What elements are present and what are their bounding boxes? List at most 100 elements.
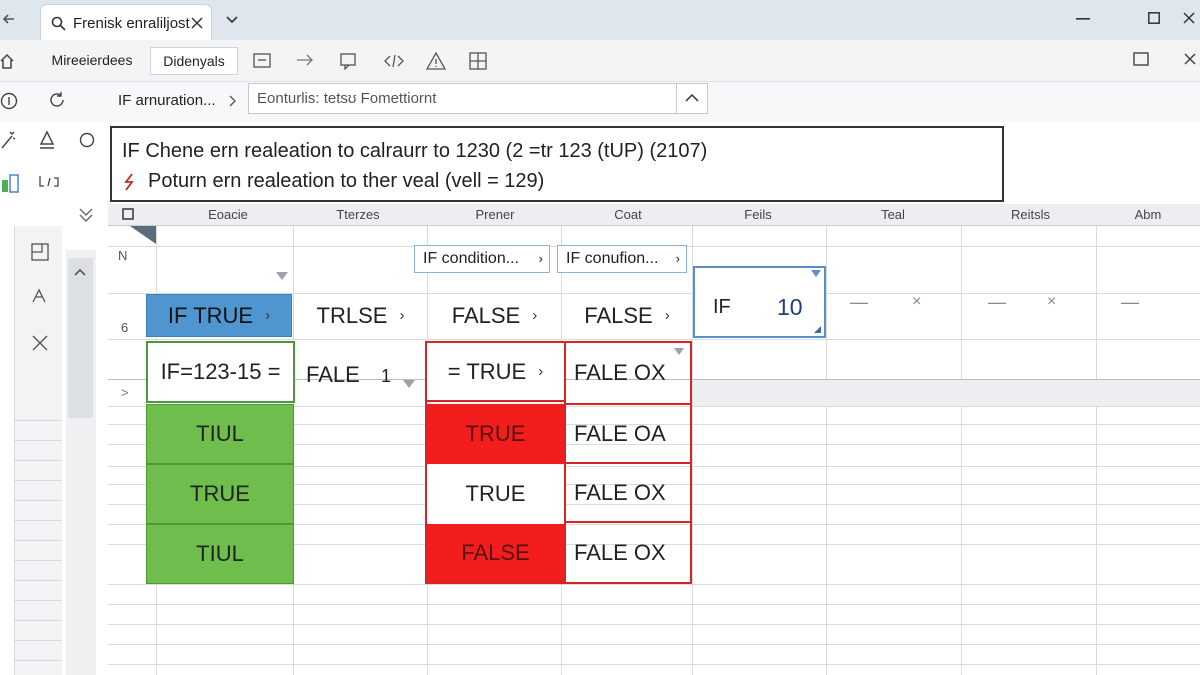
pen-icon[interactable] [30,286,50,306]
scroll-up-icon[interactable] [74,268,86,276]
description-line-2: Poturn ern realeation to ther veal (vell… [148,170,545,192]
chevron-right-icon: › [538,251,543,266]
cell-if-true[interactable]: IF TRUE › [146,294,292,337]
cell-fale-ox-1[interactable]: FALE OX [566,343,690,402]
rectangle-icon[interactable] [253,53,271,68]
cell-false-1[interactable]: FALSE › [428,294,561,337]
column-header-6[interactable]: Teal [828,207,958,222]
cell-dash-2: — [988,292,1006,312]
browser-tab[interactable]: Frenisk enraliljost [40,4,212,40]
cell-dash-3: — [1121,292,1139,312]
magic-icon[interactable] [0,130,16,150]
cell-if-true-text: IF TRUE [167,302,254,328]
cell-red-false[interactable]: FALSE [427,524,564,582]
cell-if-value-editor[interactable]: IF 10 [693,266,826,338]
cell-if-value: 10 [777,294,803,320]
window-close-icon[interactable] [1183,12,1195,24]
condition-dropdown-2[interactable]: IF conufion... › [557,245,687,273]
cell-dropdown-icon[interactable] [674,348,684,355]
back-icon[interactable] [2,12,16,26]
formula-input[interactable]: Eonturlis: tetsʊ Fomettiornt [248,83,708,114]
corner-marker-icon [130,226,156,244]
cell-eq-true[interactable]: = TRUE › [427,343,564,402]
cell-fale-oa[interactable]: FALE OA [566,405,690,464]
window-icon[interactable] [1133,52,1149,66]
resize-handle-icon[interactable] [814,326,821,333]
condition-dropdown-1[interactable]: IF condition... › [414,245,550,273]
cell-green-1[interactable]: TIUL [146,404,294,464]
search-icon [51,16,66,31]
cell-green-3[interactable]: TIUL [146,524,294,584]
cell-false-2[interactable]: FALSE › [562,294,692,337]
cell-red-true[interactable]: TRUE [427,404,564,464]
title-bar: Frenisk enraliljost [0,0,1200,40]
toolbar-tab-1[interactable]: Mireeierdees [34,47,150,75]
warning-icon[interactable] [426,52,446,70]
column-header: Eoacie Tterzes Prener Coat Feils Teal Re… [108,204,1200,226]
cell-trlse[interactable]: TRLSE › [294,294,427,337]
cell-false-2-text: FALSE [584,302,653,328]
chevron-right-icon: › [538,363,544,380]
tab-list-icon[interactable] [226,16,238,24]
code-icon[interactable] [384,53,404,69]
grid-icon[interactable] [469,52,487,70]
shaded-row [693,380,1200,406]
cell-fale-ox-3[interactable]: FALE OX [566,524,690,582]
name-box-chevron-icon[interactable] [229,95,237,107]
cell-x-1: × [912,293,922,310]
column-header-8[interactable]: Abm [1098,207,1198,222]
home-icon[interactable] [0,53,14,69]
name-box[interactable]: IF arnuration... [108,86,248,116]
row-label-6: 6 [121,320,129,335]
fale-dropdown-icon[interactable] [403,380,415,388]
sheet-icon[interactable] [30,242,50,262]
column-header-5[interactable]: Feils [693,207,823,222]
tab-title: Frenisk enraliljost [73,15,190,32]
description-line-1: IF Chene ern realeation to calraurr to 1… [122,140,708,162]
row-expand-arrow[interactable]: > [121,385,129,400]
column-header-4[interactable]: Coat [563,207,693,222]
cell-fale[interactable]: FALE [306,362,360,388]
column-header-3[interactable]: Prener [428,207,562,222]
chart-icon[interactable] [0,172,20,194]
maximize-icon[interactable] [1148,12,1160,24]
cell-fale-ox-1-text: FALE OX [574,359,666,385]
close-icon[interactable] [1184,53,1196,65]
collapse-icon[interactable] [79,208,93,222]
cell-if-label: IF [713,296,731,318]
condition-dropdown-1-label: IF condition... [423,250,520,267]
condition-dropdown-2-label: IF conufion... [566,250,659,267]
description-panel: IF Chene ern realeation to calraurr to 1… [110,126,1004,202]
delete-icon[interactable] [31,334,49,352]
chevron-right-icon: › [399,307,405,324]
scrollbar-thumb[interactable] [68,258,93,418]
cell-fale-ox-2[interactable]: FALE OX [566,465,690,523]
chevron-right-icon: › [265,307,271,324]
circle-icon[interactable] [79,132,95,148]
chevron-right-icon: › [664,307,670,324]
toolbar-tab-2[interactable]: Didenyals [150,47,238,75]
column-header-1[interactable]: Eoacie [148,207,308,222]
cell-formula-text: IF=123-15 = [160,359,281,384]
cell-x-2: × [1047,293,1057,310]
chevron-right-icon: › [532,307,538,324]
cell-formula[interactable]: IF=123-15 = [146,341,295,403]
column-header-2[interactable]: Tterzes [288,207,428,222]
cell-false-1-text: FALSE [451,302,521,328]
close-tab-icon[interactable] [191,17,203,29]
arrow-right-icon[interactable] [296,54,314,66]
fill-color-icon[interactable] [38,130,56,150]
select-all-icon[interactable] [122,208,134,220]
column-header-7[interactable]: Reitsls [963,207,1098,222]
cell-white-true[interactable]: TRUE [427,465,564,523]
expand-formula-icon[interactable] [676,83,708,114]
cell-green-2[interactable]: TRUE [146,464,294,524]
filter-dropdown-icon[interactable] [276,272,288,280]
return-arrow-icon [122,172,136,192]
chevron-right-icon: › [675,251,680,266]
comment-icon[interactable] [340,52,358,70]
minimize-icon[interactable] [1076,18,1090,20]
format-icon[interactable] [38,174,60,190]
resize-top-icon[interactable] [811,270,821,277]
row-label-n: N [118,248,128,263]
